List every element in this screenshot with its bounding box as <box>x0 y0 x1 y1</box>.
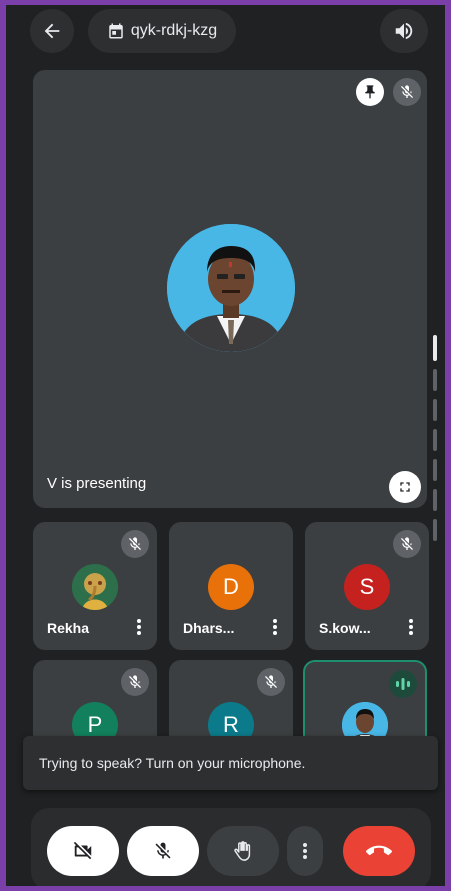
participant-options-button[interactable] <box>131 616 147 638</box>
meet-screen: qyk-rdkj-kzg V is presenting Rekha D Dha… <box>6 5 445 886</box>
mic-toggle-button[interactable] <box>127 826 199 876</box>
camera-off-icon <box>72 840 94 862</box>
meeting-code: qyk-rdkj-kzg <box>130 22 218 39</box>
speaking-indicator <box>389 670 417 698</box>
scroll-track-segment <box>433 519 437 541</box>
participant-tile[interactable]: Rekha <box>33 522 157 650</box>
avatar <box>72 564 118 610</box>
camera-toggle-button[interactable] <box>47 826 119 876</box>
end-call-icon <box>366 838 392 864</box>
scroll-thumb[interactable] <box>433 335 437 361</box>
participant-mic-status <box>121 530 149 558</box>
scroll-track-segment <box>433 369 437 391</box>
avatar-letter: R <box>223 712 239 737</box>
pin-icon <box>362 84 378 100</box>
scroll-indicator[interactable] <box>433 335 437 565</box>
end-call-button[interactable] <box>343 826 415 876</box>
presenter-tile[interactable]: V is presenting <box>33 70 427 508</box>
scroll-track-segment <box>433 399 437 421</box>
presenter-mic-status <box>393 78 421 106</box>
participant-mic-status <box>121 668 149 696</box>
mic-off-icon <box>399 536 415 552</box>
more-options-button[interactable] <box>287 826 323 876</box>
more-vert-icon <box>136 618 142 636</box>
fullscreen-button[interactable] <box>389 471 421 503</box>
raise-hand-button[interactable] <box>207 826 279 876</box>
top-bar: qyk-rdkj-kzg <box>6 5 445 57</box>
pin-button[interactable] <box>356 78 384 106</box>
presenter-avatar <box>167 224 295 352</box>
participant-name: Rekha <box>47 620 90 636</box>
participant-options-button[interactable] <box>267 616 283 638</box>
audio-level-icon <box>395 677 411 691</box>
participant-tile[interactable]: S S.kow... <box>305 522 429 650</box>
avatar: D <box>208 564 254 610</box>
participant-tile[interactable]: D Dhars... <box>169 522 293 650</box>
participant-mic-status <box>257 668 285 696</box>
more-vert-icon <box>408 618 414 636</box>
mic-off-icon <box>127 536 143 552</box>
participant-options-button[interactable] <box>403 616 419 638</box>
raise-hand-icon <box>232 840 254 862</box>
participant-mic-status <box>393 530 421 558</box>
call-controls-bar <box>31 808 431 886</box>
meeting-info-chip[interactable]: qyk-rdkj-kzg <box>88 9 236 53</box>
more-vert-icon <box>272 618 278 636</box>
scroll-track-segment <box>433 459 437 481</box>
participant-name: Dhars... <box>183 620 235 636</box>
back-button[interactable] <box>30 9 74 53</box>
speaker-icon <box>393 20 415 42</box>
fullscreen-icon <box>397 479 413 495</box>
audio-output-button[interactable] <box>380 9 428 53</box>
more-vert-icon <box>302 842 308 860</box>
avatar: S <box>344 564 390 610</box>
participant-name: S.kow... <box>319 620 371 636</box>
calendar-icon <box>107 22 125 40</box>
mic-off-icon <box>153 841 173 861</box>
scroll-track-segment <box>433 489 437 511</box>
arrow-left-icon <box>41 20 63 42</box>
presenting-status: V is presenting <box>47 475 147 492</box>
avatar-letter: P <box>87 712 103 737</box>
mic-off-icon <box>127 674 143 690</box>
scroll-track-segment <box>433 429 437 451</box>
avatar-letter: S <box>359 574 375 599</box>
mic-off-icon <box>399 84 415 100</box>
avatar-letter: D <box>223 574 239 599</box>
mic-off-icon <box>263 674 279 690</box>
toast-message: Trying to speak? Turn on your microphone… <box>39 755 306 771</box>
mic-hint-toast[interactable]: Trying to speak? Turn on your microphone… <box>23 736 438 790</box>
